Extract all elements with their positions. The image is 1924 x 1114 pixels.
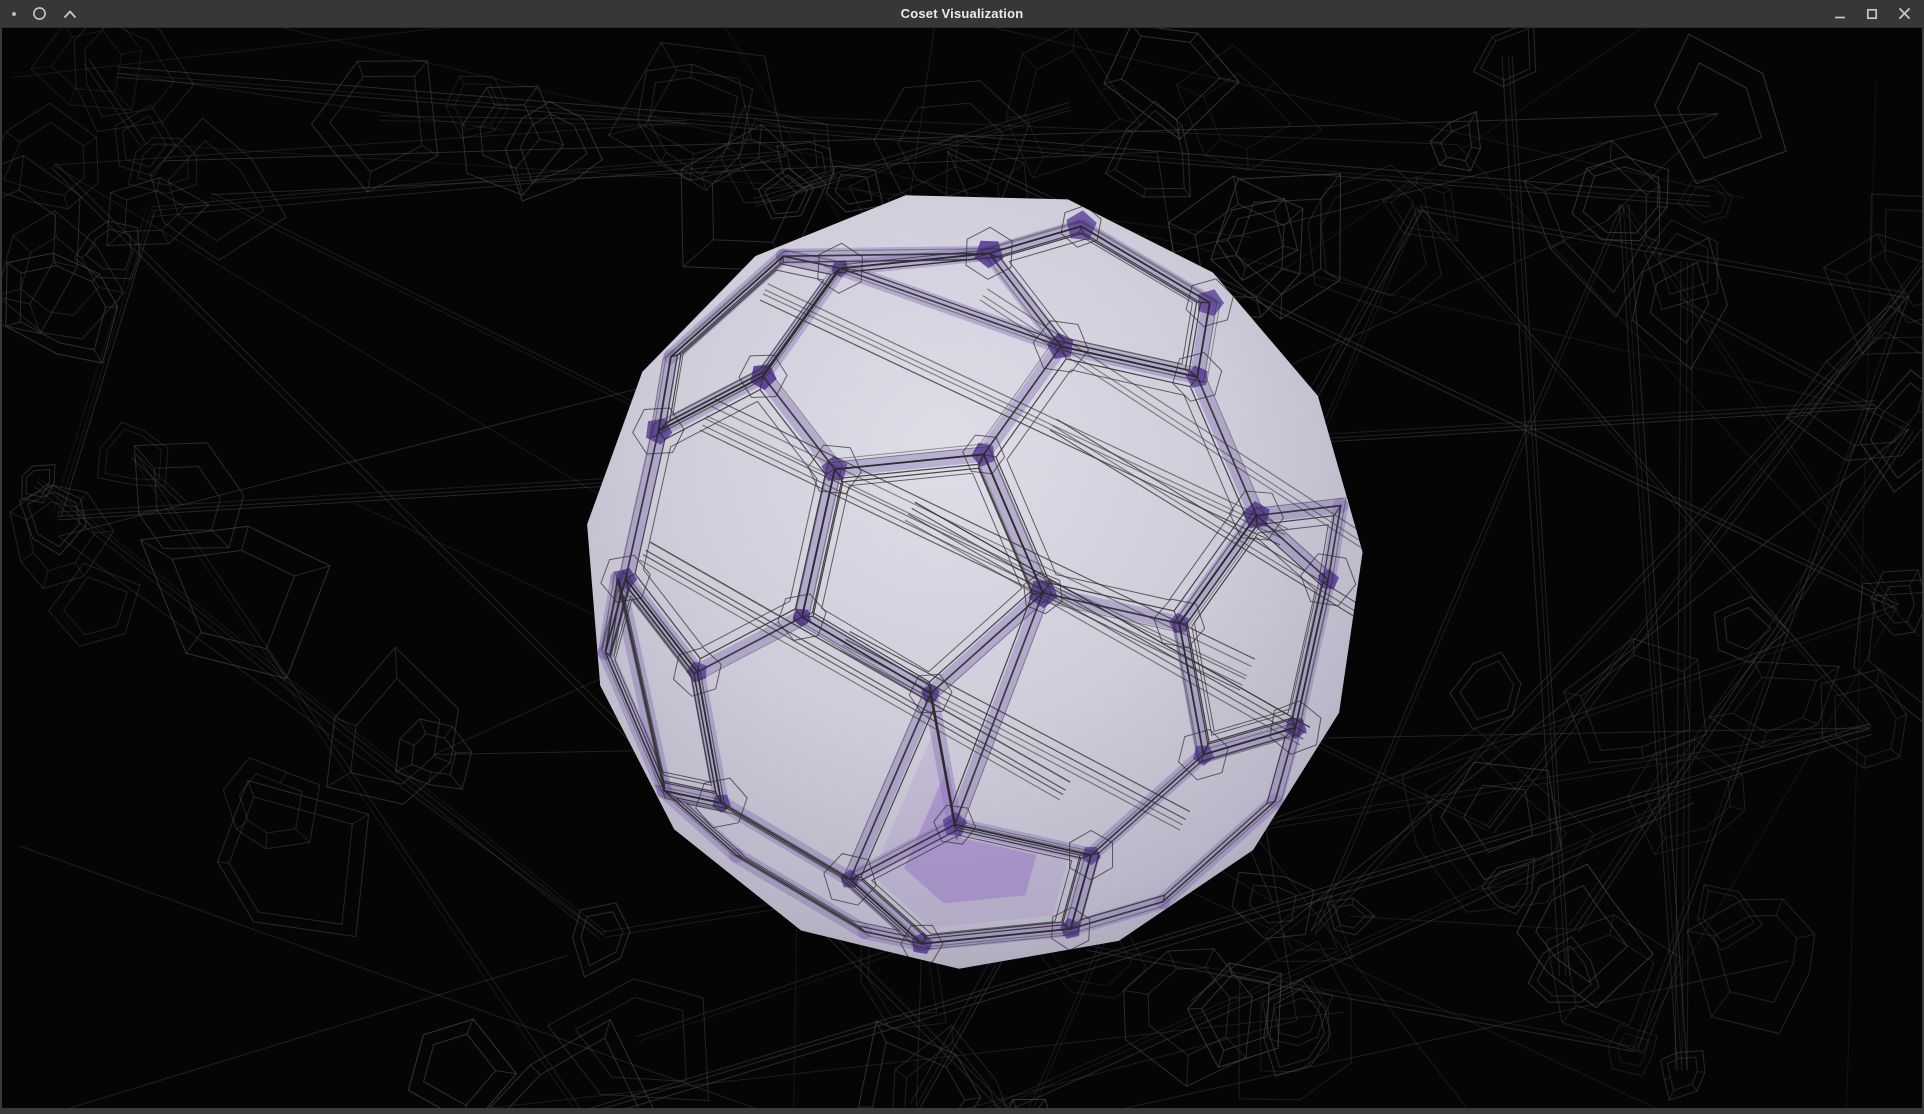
status-dot-icon: [12, 12, 16, 16]
maximize-button[interactable]: [1866, 8, 1878, 20]
titlebar[interactable]: Coset Visualization: [0, 0, 1924, 28]
window-title: Coset Visualization: [0, 0, 1924, 27]
coset-visualization-canvas[interactable]: [2, 28, 1922, 1108]
titlebar-left-group: [0, 6, 77, 21]
3d-viewport[interactable]: [0, 28, 1924, 1114]
record-circle-icon[interactable]: [32, 6, 47, 21]
close-button[interactable]: [1898, 7, 1911, 20]
chevron-up-icon[interactable]: [63, 9, 77, 19]
app-window: Coset Visualization: [0, 0, 1924, 1114]
minimize-button[interactable]: [1834, 8, 1846, 20]
titlebar-right-group: [1834, 7, 1924, 20]
